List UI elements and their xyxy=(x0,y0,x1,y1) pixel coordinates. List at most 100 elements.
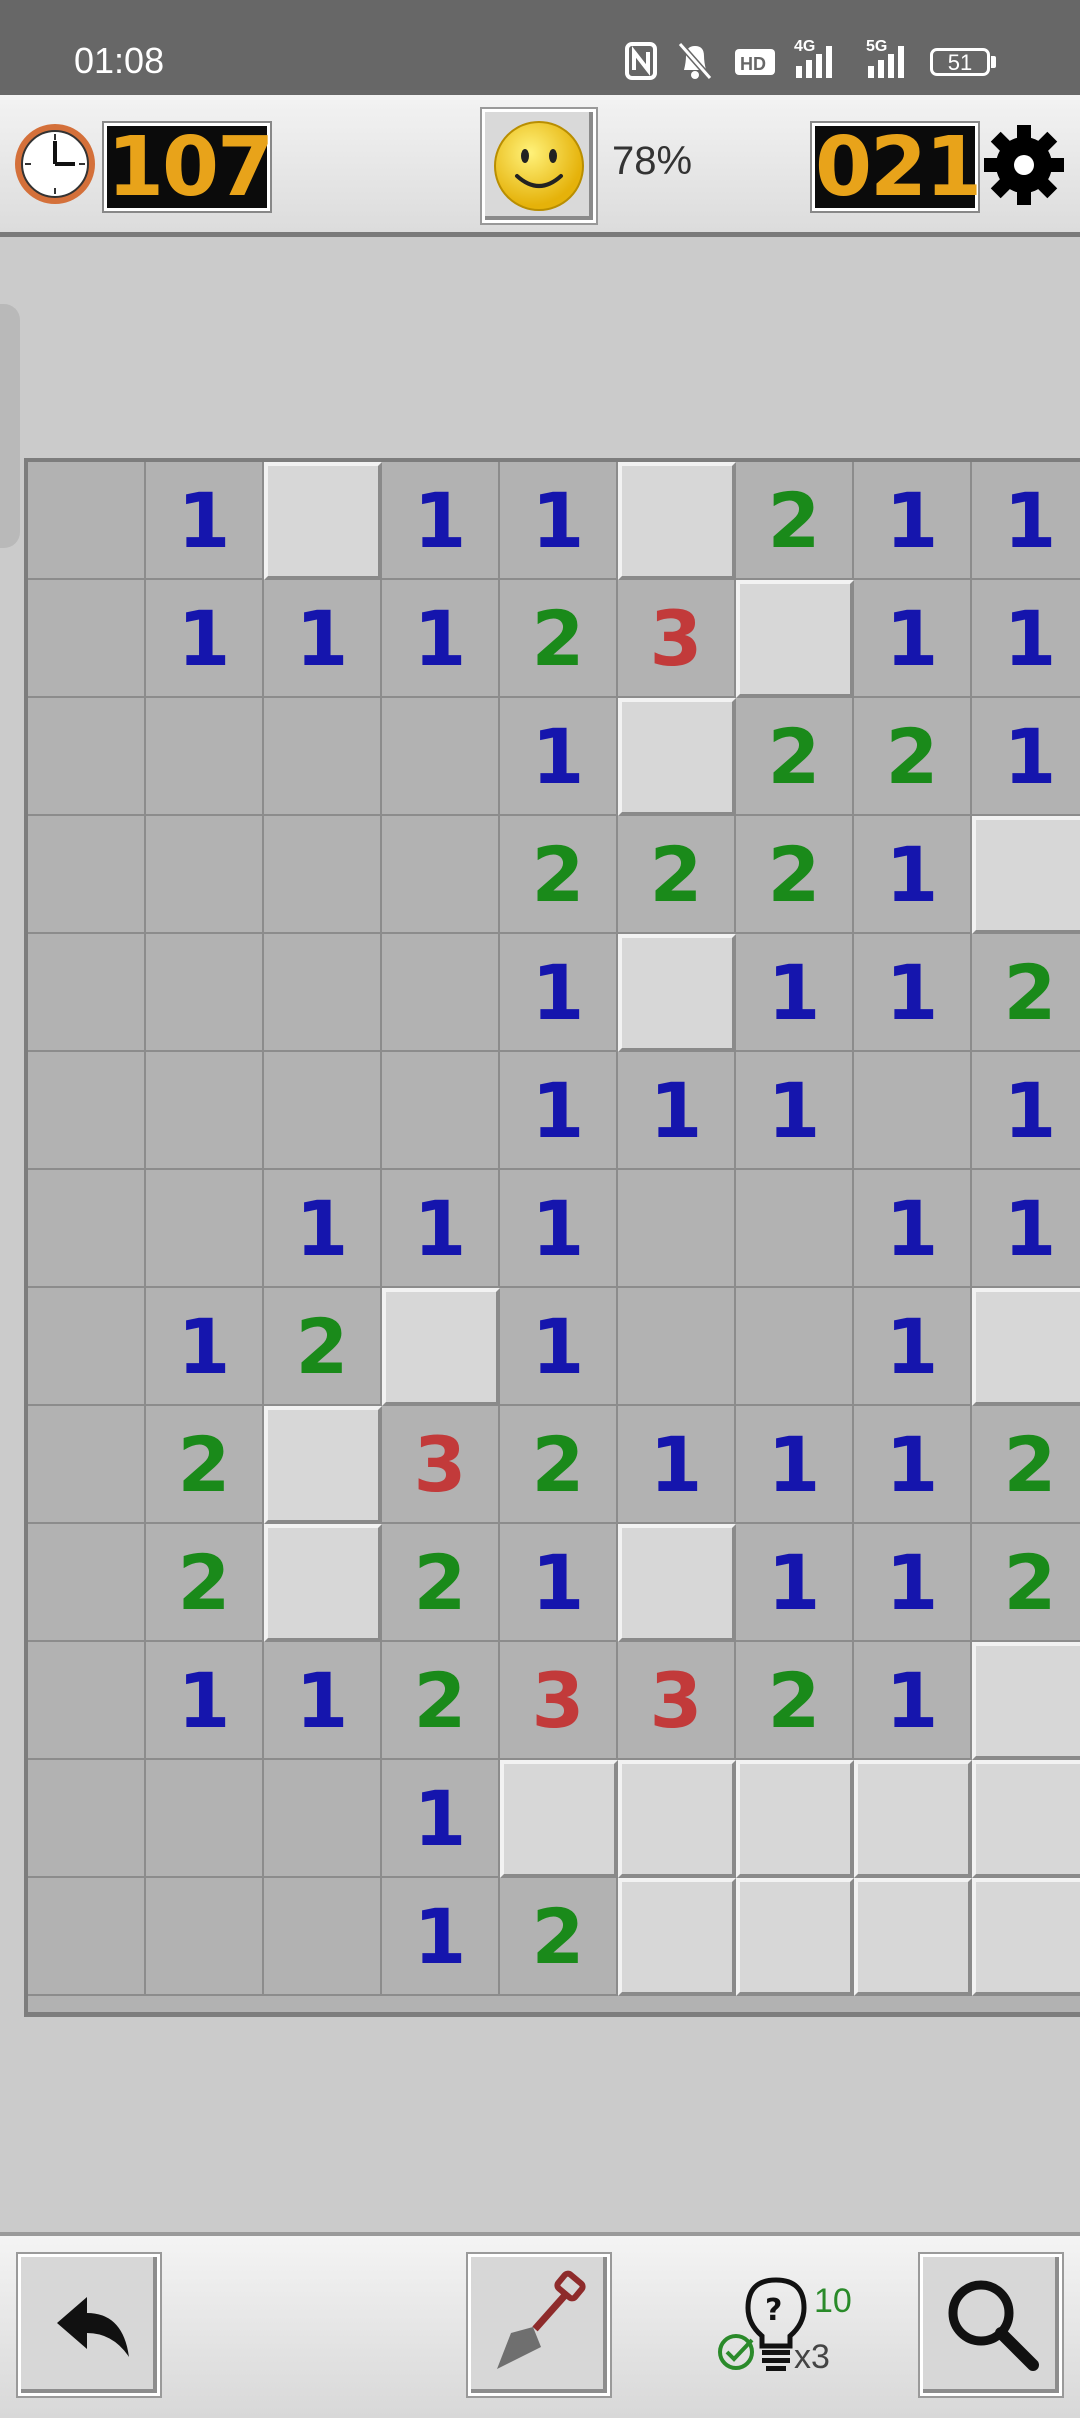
number-cell[interactable]: 2 xyxy=(500,816,618,934)
covered-cell[interactable] xyxy=(618,462,736,580)
number-cell[interactable]: 1 xyxy=(736,1524,854,1642)
number-cell[interactable]: 2 xyxy=(146,1406,264,1524)
empty-cell[interactable] xyxy=(382,934,500,1052)
number-cell[interactable]: 1 xyxy=(618,1052,736,1170)
number-cell[interactable]: 3 xyxy=(618,580,736,698)
empty-cell[interactable] xyxy=(618,1170,736,1288)
empty-cell[interactable] xyxy=(264,1760,382,1878)
number-cell[interactable]: 1 xyxy=(972,1170,1080,1288)
number-cell[interactable]: 2 xyxy=(618,816,736,934)
number-cell[interactable]: 1 xyxy=(382,1878,500,1996)
empty-cell[interactable] xyxy=(28,698,146,816)
number-cell[interactable]: 1 xyxy=(500,1170,618,1288)
empty-cell[interactable] xyxy=(28,1878,146,1996)
number-cell[interactable]: 1 xyxy=(972,1052,1080,1170)
empty-cell[interactable] xyxy=(854,1052,972,1170)
covered-cell[interactable] xyxy=(972,1878,1080,1996)
number-cell[interactable]: 1 xyxy=(972,580,1080,698)
covered-cell[interactable] xyxy=(264,1524,382,1642)
number-cell[interactable]: 2 xyxy=(854,698,972,816)
empty-cell[interactable] xyxy=(618,1288,736,1406)
number-cell[interactable]: 1 xyxy=(500,1288,618,1406)
covered-cell[interactable] xyxy=(264,462,382,580)
number-cell[interactable]: 1 xyxy=(854,1642,972,1760)
empty-cell[interactable] xyxy=(264,816,382,934)
undo-button[interactable] xyxy=(18,2254,160,2396)
number-cell[interactable]: 1 xyxy=(736,1052,854,1170)
empty-cell[interactable] xyxy=(28,1760,146,1878)
empty-cell[interactable] xyxy=(28,1288,146,1406)
number-cell[interactable]: 1 xyxy=(972,462,1080,580)
side-drawer-handle[interactable] xyxy=(0,304,20,548)
number-cell[interactable]: 2 xyxy=(972,1406,1080,1524)
number-cell[interactable]: 1 xyxy=(500,1052,618,1170)
number-cell[interactable]: 1 xyxy=(618,1406,736,1524)
number-cell[interactable]: 1 xyxy=(854,1406,972,1524)
empty-cell[interactable] xyxy=(146,1052,264,1170)
number-cell[interactable]: 2 xyxy=(500,1878,618,1996)
empty-cell[interactable] xyxy=(146,1760,264,1878)
number-cell[interactable]: 1 xyxy=(500,934,618,1052)
empty-cell[interactable] xyxy=(382,1052,500,1170)
gear-icon[interactable] xyxy=(980,121,1068,209)
number-cell[interactable]: 2 xyxy=(500,580,618,698)
number-cell[interactable]: 1 xyxy=(382,1170,500,1288)
empty-cell[interactable] xyxy=(28,934,146,1052)
number-cell[interactable]: 1 xyxy=(854,1288,972,1406)
number-cell[interactable]: 1 xyxy=(854,1170,972,1288)
number-cell[interactable]: 1 xyxy=(854,580,972,698)
zoom-button[interactable] xyxy=(920,2254,1062,2396)
number-cell[interactable]: 1 xyxy=(146,580,264,698)
covered-cell[interactable] xyxy=(618,1878,736,1996)
number-cell[interactable]: 1 xyxy=(854,1524,972,1642)
number-cell[interactable]: 1 xyxy=(500,698,618,816)
empty-cell[interactable] xyxy=(146,698,264,816)
number-cell[interactable]: 1 xyxy=(382,462,500,580)
number-cell[interactable]: 1 xyxy=(500,1524,618,1642)
number-cell[interactable]: 1 xyxy=(854,934,972,1052)
covered-cell[interactable] xyxy=(972,1760,1080,1878)
number-cell[interactable]: 2 xyxy=(382,1642,500,1760)
empty-cell[interactable] xyxy=(28,1642,146,1760)
number-cell[interactable]: 1 xyxy=(854,816,972,934)
number-cell[interactable]: 1 xyxy=(264,580,382,698)
empty-cell[interactable] xyxy=(28,816,146,934)
empty-cell[interactable] xyxy=(264,1878,382,1996)
empty-cell[interactable] xyxy=(264,1052,382,1170)
covered-cell[interactable] xyxy=(618,934,736,1052)
number-cell[interactable]: 1 xyxy=(382,1760,500,1878)
covered-cell[interactable] xyxy=(972,1642,1080,1760)
empty-cell[interactable] xyxy=(736,1288,854,1406)
number-cell[interactable]: 3 xyxy=(500,1642,618,1760)
empty-cell[interactable] xyxy=(28,1170,146,1288)
new-game-button[interactable] xyxy=(482,109,596,223)
covered-cell[interactable] xyxy=(618,1760,736,1878)
covered-cell[interactable] xyxy=(972,1288,1080,1406)
number-cell[interactable]: 1 xyxy=(146,462,264,580)
number-cell[interactable]: 2 xyxy=(736,1642,854,1760)
number-cell[interactable]: 1 xyxy=(146,1642,264,1760)
number-cell[interactable]: 1 xyxy=(264,1170,382,1288)
number-cell[interactable]: 1 xyxy=(500,462,618,580)
empty-cell[interactable] xyxy=(146,816,264,934)
empty-cell[interactable] xyxy=(28,1406,146,1524)
empty-cell[interactable] xyxy=(736,1170,854,1288)
empty-cell[interactable] xyxy=(28,462,146,580)
covered-cell[interactable] xyxy=(854,1760,972,1878)
dig-mode-button[interactable] xyxy=(468,2254,610,2396)
number-cell[interactable]: 2 xyxy=(146,1524,264,1642)
number-cell[interactable]: 1 xyxy=(972,698,1080,816)
empty-cell[interactable] xyxy=(264,934,382,1052)
empty-cell[interactable] xyxy=(28,1524,146,1642)
empty-cell[interactable] xyxy=(146,1170,264,1288)
covered-cell[interactable] xyxy=(618,1524,736,1642)
number-cell[interactable]: 2 xyxy=(736,462,854,580)
number-cell[interactable]: 2 xyxy=(382,1524,500,1642)
number-cell[interactable]: 1 xyxy=(382,580,500,698)
number-cell[interactable]: 2 xyxy=(972,1524,1080,1642)
number-cell[interactable]: 3 xyxy=(618,1642,736,1760)
empty-cell[interactable] xyxy=(264,698,382,816)
number-cell[interactable]: 2 xyxy=(500,1406,618,1524)
empty-cell[interactable] xyxy=(382,816,500,934)
covered-cell[interactable] xyxy=(972,816,1080,934)
